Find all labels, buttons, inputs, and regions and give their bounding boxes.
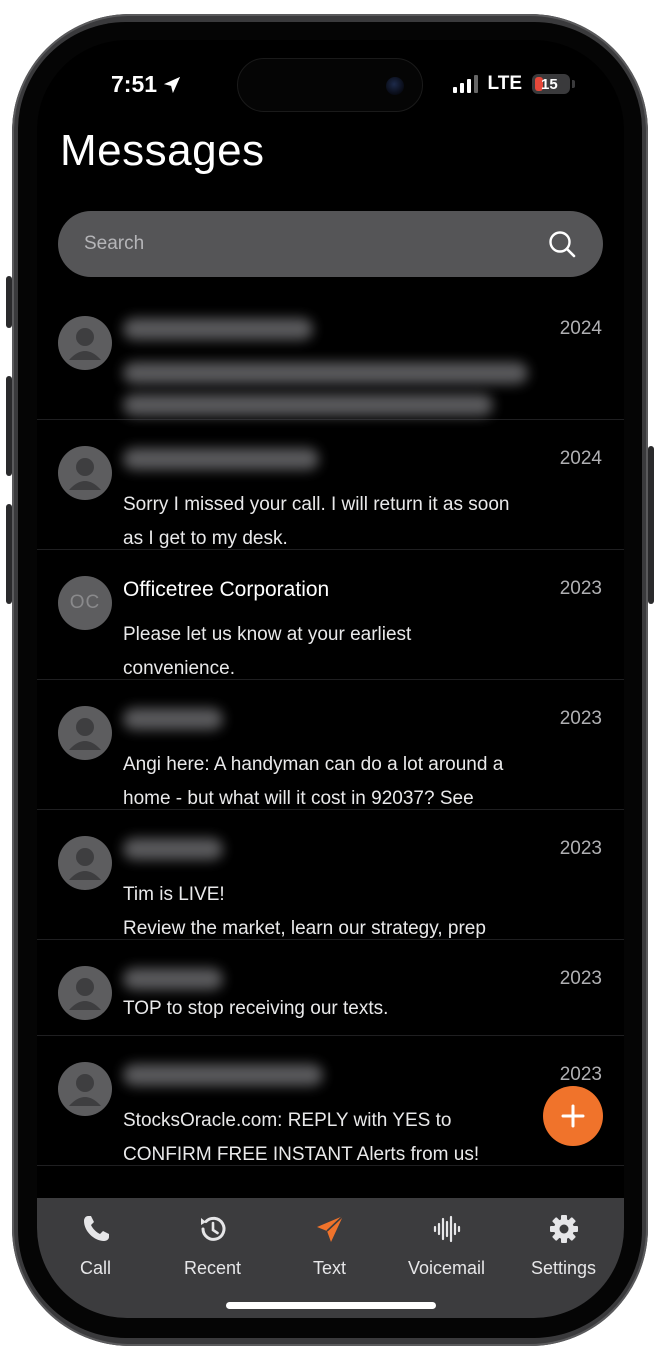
send-icon [316, 1215, 344, 1242]
conversation-row[interactable]: 2024 [37, 290, 624, 420]
message-preview: Angi here: A handyman can do a lot aroun… [123, 748, 553, 816]
person-icon [58, 316, 112, 370]
redacted-contact-name [123, 1064, 323, 1086]
network-label: LTE [487, 73, 522, 94]
action-button [6, 276, 12, 328]
home-indicator[interactable] [226, 1302, 436, 1309]
avatar-initials-text: OC [69, 592, 101, 613]
conversation-row[interactable]: 2024 Sorry I missed your call. I will re… [37, 420, 624, 550]
history-icon [200, 1216, 225, 1241]
conversation-row[interactable]: 2023 TOP to stop receiving our texts. [37, 940, 624, 1036]
redacted-contact-name [123, 708, 223, 730]
conversation-list: 2024 2024 Sorry I missed your call. I wi… [37, 290, 624, 1166]
plus-icon [561, 1104, 585, 1128]
signal-icon [452, 75, 478, 93]
avatar-initials: OC [58, 576, 112, 630]
person-icon [58, 966, 112, 1020]
message-preview-line: Sorry I missed your call. I will return … [123, 494, 510, 515]
page-title: Messages [60, 126, 265, 175]
tab-label: Voicemail [407, 1258, 486, 1278]
redacted-preview-line [123, 362, 528, 384]
tab-voicemail[interactable]: Voicemail [388, 1198, 505, 1298]
tab-label: Call [79, 1258, 111, 1278]
phone-icon [83, 1216, 109, 1241]
front-camera [386, 77, 404, 95]
search-input[interactable]: Search [84, 233, 547, 255]
message-preview: TOP to stop receiving our texts. [123, 992, 553, 1026]
message-date: 2023 [559, 838, 602, 859]
conversation-row[interactable]: 2023 Tim is LIVE! Review the market, lea… [37, 810, 624, 940]
person-icon [58, 706, 112, 760]
tab-bar: Call Recent Text Voicemail Settings [37, 1198, 624, 1318]
status-time: 7:51 [111, 71, 181, 98]
message-preview: StocksOracle.com: REPLY with YES to CONF… [123, 1104, 553, 1172]
redacted-preview-line [123, 394, 493, 416]
message-date: 2024 [559, 318, 602, 339]
contact-name: Officetree Corporation [123, 578, 330, 601]
tab-settings[interactable]: Settings [505, 1198, 622, 1298]
volume-down-button [6, 504, 12, 604]
person-icon [58, 1062, 112, 1116]
redacted-contact-name [123, 448, 319, 470]
battery-level: 15 [541, 75, 558, 93]
dynamic-island [237, 58, 423, 112]
person-icon [58, 446, 112, 500]
tab-label: Text [312, 1258, 346, 1278]
tab-label: Settings [530, 1258, 597, 1278]
message-date: 2023 [559, 708, 602, 729]
message-preview-line: CONFIRM FREE INSTANT Alerts from us! [123, 1144, 480, 1165]
redacted-contact-name [123, 838, 223, 860]
tab-recent[interactable]: Recent [154, 1198, 271, 1298]
screen: 7:51 LTE 15 Messages Search 2024 2024 So… [37, 40, 624, 1318]
message-preview-line: Angi here: A handyman can do a lot aroun… [123, 754, 504, 775]
tab-text[interactable]: Text [271, 1198, 388, 1298]
waveform-icon [433, 1215, 460, 1243]
message-preview: Tim is LIVE! Review the market, learn ou… [123, 878, 553, 946]
message-preview-line: Please let us know at your earliest [123, 624, 412, 645]
message-preview-line: TOP to stop receiving our texts. [123, 998, 389, 1019]
message-preview: Please let us know at your earliest conv… [123, 618, 553, 686]
conversation-row[interactable]: OC Officetree Corporation 2023 Please le… [37, 550, 624, 680]
search-bar[interactable]: Search [58, 211, 603, 277]
battery-icon: 15 [532, 74, 575, 94]
message-date: 2023 [559, 578, 602, 599]
new-message-button[interactable] [543, 1086, 603, 1146]
tab-label: Recent [183, 1258, 242, 1278]
status-indicators: LTE 15 [452, 73, 575, 95]
message-preview-line: StocksOracle.com: REPLY with YES to [123, 1110, 452, 1131]
tab-call[interactable]: Call [37, 1198, 154, 1298]
conversation-row[interactable]: 2023 StocksOracle.com: REPLY with YES to… [37, 1036, 624, 1166]
volume-up-button [6, 376, 12, 476]
location-arrow-icon [163, 76, 181, 93]
message-date: 2024 [559, 448, 602, 469]
message-date: 2023 [559, 968, 602, 989]
power-button [648, 446, 654, 604]
conversation-row[interactable]: 2023 Angi here: A handyman can do a lot … [37, 680, 624, 810]
gear-icon [549, 1215, 578, 1243]
message-date: 2023 [559, 1064, 602, 1085]
redacted-contact-name [123, 968, 223, 990]
status-time-text: 7:51 [111, 71, 158, 97]
redacted-contact-name [123, 318, 313, 340]
message-preview: Sorry I missed your call. I will return … [123, 488, 553, 556]
message-preview-line: Tim is LIVE! [123, 884, 225, 905]
search-icon[interactable] [547, 229, 577, 259]
person-icon [58, 836, 112, 890]
